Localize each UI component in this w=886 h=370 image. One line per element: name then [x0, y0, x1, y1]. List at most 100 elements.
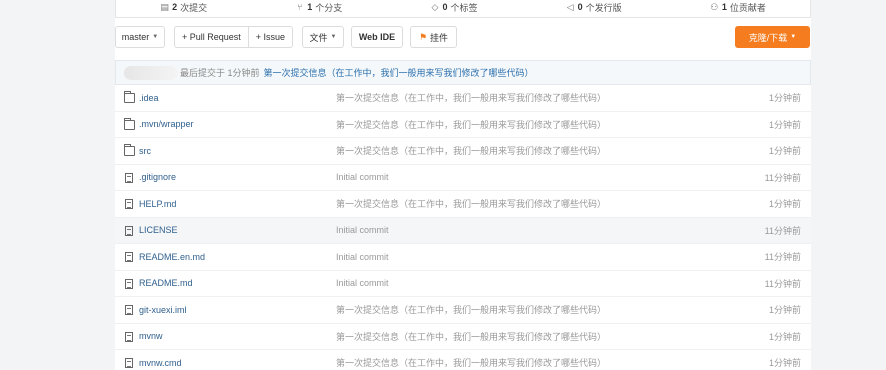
file-menu-label: 文件: [309, 32, 328, 43]
file-icon: [125, 225, 133, 236]
bookmark-label: 挂件: [430, 32, 449, 43]
branch-icon: ⑂: [297, 1, 303, 12]
file-name-link[interactable]: LICENSE: [139, 225, 178, 235]
contributors-stat[interactable]: ⚇ 1 位贡献者: [710, 1, 766, 14]
file-commit-message[interactable]: Initial commit: [336, 225, 389, 235]
file-icon: [125, 172, 133, 183]
tag-icon: ◇: [431, 1, 439, 12]
file-commit-time: 1分钟前: [768, 93, 801, 104]
file-commit-time: 11分钟前: [764, 172, 801, 183]
branches-stat[interactable]: ⑂ 1 个分支: [295, 1, 342, 14]
file-commit-time: 1分钟前: [768, 358, 801, 369]
file-commit-message[interactable]: 第一次提交信息（在工作中，我们一般用来写我们修改了哪些代码）: [336, 303, 606, 316]
file-name-link[interactable]: .idea: [139, 93, 159, 103]
file-commit-time: 11分钟前: [764, 252, 801, 263]
file-name-link[interactable]: .gitignore: [139, 172, 176, 182]
file-name-link[interactable]: README.md: [139, 278, 193, 288]
file-commit-time: 1分钟前: [768, 146, 801, 157]
repo-toolbar: master ▼ + Pull Request + Issue 文件 ▼ Web…: [115, 26, 811, 50]
file-row[interactable]: LICENSE Initial commit 11分钟前: [115, 217, 811, 244]
chevron-down-icon: ▼: [790, 34, 797, 40]
file-commit-message[interactable]: 第一次提交信息（在工作中，我们一般用来写我们修改了哪些代码）: [336, 91, 606, 104]
new-issue-button[interactable]: + Issue: [247, 27, 292, 47]
file-row[interactable]: mvnw 第一次提交信息（在工作中，我们一般用来写我们修改了哪些代码） 1分钟前: [115, 323, 811, 350]
branches-count: 1: [307, 2, 313, 12]
file-commit-message[interactable]: Initial commit: [336, 252, 389, 262]
file-commit-message[interactable]: 第一次提交信息（在工作中，我们一般用来写我们修改了哪些代码）: [336, 144, 606, 157]
file-commit-message[interactable]: 第一次提交信息（在工作中，我们一般用来写我们修改了哪些代码）: [336, 356, 606, 369]
branch-select-label: master: [121, 32, 150, 42]
branch-select[interactable]: master ▼: [115, 26, 165, 48]
file-row[interactable]: .gitignore Initial commit 11分钟前: [115, 164, 811, 191]
file-icon: [125, 331, 133, 342]
tags-label: 个标签: [450, 2, 478, 13]
commits-label: 次提交: [180, 2, 208, 13]
file-icon: [125, 278, 133, 289]
file-commit-time: 11分钟前: [764, 225, 801, 236]
file-name-link[interactable]: mvnw.cmd: [139, 358, 182, 368]
file-commit-time: 11分钟前: [764, 278, 801, 289]
file-row[interactable]: src 第一次提交信息（在工作中，我们一般用来写我们修改了哪些代码） 1分钟前: [115, 138, 811, 165]
file-row[interactable]: git-xuexi.iml 第一次提交信息（在工作中，我们一般用来写我们修改了哪些…: [115, 297, 811, 324]
contributors-count: 1: [721, 2, 727, 12]
file-name-link[interactable]: HELP.md: [139, 199, 176, 209]
file-row[interactable]: .idea 第一次提交信息（在工作中，我们一般用来写我们修改了哪些代码） 1分钟前: [115, 85, 811, 112]
file-row[interactable]: mvnw.cmd 第一次提交信息（在工作中，我们一般用来写我们修改了哪些代码） 1分…: [115, 350, 811, 370]
releases-stat[interactable]: ◁ 0 个发行版: [566, 1, 622, 14]
file-commit-time: 1分钟前: [768, 331, 801, 342]
last-commit-meta: 最后提交于 1分钟前: [180, 68, 260, 78]
file-commit-time: 1分钟前: [768, 119, 801, 130]
file-row[interactable]: README.en.md Initial commit 11分钟前: [115, 244, 811, 271]
file-list: .idea 第一次提交信息（在工作中，我们一般用来写我们修改了哪些代码） 1分钟前.…: [115, 85, 811, 370]
web-ide-label: Web IDE: [358, 32, 396, 42]
file-menu-button[interactable]: 文件 ▼: [302, 26, 344, 48]
avatar[interactable]: [124, 65, 178, 80]
file-commit-message[interactable]: 第一次提交信息（在工作中，我们一般用来写我们修改了哪些代码）: [336, 197, 606, 210]
file-row[interactable]: README.md Initial commit 11分钟前: [115, 270, 811, 297]
folder-icon: [124, 91, 135, 103]
clone-download-button[interactable]: 克隆/下载 ▼: [735, 26, 810, 48]
file-commit-time: 1分钟前: [768, 199, 801, 210]
file-commit-time: 1分钟前: [768, 305, 801, 316]
commit-icon: ▤: [160, 1, 169, 12]
releases-label: 个发行版: [585, 2, 622, 13]
new-pull-request-button[interactable]: + Pull Request: [175, 27, 248, 47]
branches-label: 个分支: [315, 2, 343, 13]
chevron-down-icon: ▼: [152, 34, 159, 40]
file-row[interactable]: HELP.md 第一次提交信息（在工作中，我们一般用来写我们修改了哪些代码） 1分钟…: [115, 191, 811, 218]
releases-count: 0: [577, 2, 583, 12]
web-ide-button[interactable]: Web IDE: [351, 26, 403, 48]
file-icon: [125, 305, 133, 315]
commits-count: 2: [172, 2, 178, 12]
file-name-link[interactable]: README.en.md: [139, 252, 205, 262]
file-name-link[interactable]: mvnw: [139, 331, 163, 341]
pr-issue-group: + Pull Request + Issue: [174, 26, 294, 48]
file-icon: [125, 252, 133, 262]
bookmark-icon: ⚑: [418, 31, 428, 42]
file-name-link[interactable]: src: [139, 146, 151, 156]
repo-stats-bar: ▤ 2 次提交 ⑂ 1 个分支 ◇ 0 个标签 ◁ 0 个发行版 ⚇ 1 位贡献…: [115, 0, 811, 18]
tags-count: 0: [442, 2, 448, 12]
clone-download-label: 克隆/下载: [748, 32, 788, 43]
contributors-label: 位贡献者: [729, 2, 766, 13]
file-commit-message[interactable]: Initial commit: [336, 172, 389, 182]
commits-stat[interactable]: ▤ 2 次提交: [160, 1, 207, 14]
file-row[interactable]: .mvn/wrapper 第一次提交信息（在工作中，我们一般用来写我们修改了哪些代…: [115, 111, 811, 138]
bookmark-button[interactable]: ⚑ 挂件: [410, 26, 457, 48]
file-icon: [125, 199, 133, 209]
release-icon: ◁: [566, 1, 574, 12]
file-name-link[interactable]: .mvn/wrapper: [139, 119, 194, 129]
file-icon: [125, 358, 133, 368]
last-commit-message[interactable]: 第一次提交信息（在工作中，我们一般用来写我们修改了哪些代码）: [264, 66, 534, 79]
file-commit-message[interactable]: 第一次提交信息（在工作中，我们一般用来写我们修改了哪些代码）: [336, 330, 606, 343]
file-name-link[interactable]: git-xuexi.iml: [139, 305, 187, 315]
tags-stat[interactable]: ◇ 0 个标签: [430, 1, 477, 14]
contributors-icon: ⚇: [710, 1, 719, 12]
repo-page: ▤ 2 次提交 ⑂ 1 个分支 ◇ 0 个标签 ◁ 0 个发行版 ⚇ 1 位贡献…: [0, 0, 886, 370]
last-commit-bar: 最后提交于 1分钟前 第一次提交信息（在工作中，我们一般用来写我们修改了哪些代码…: [115, 60, 811, 85]
file-commit-message[interactable]: 第一次提交信息（在工作中，我们一般用来写我们修改了哪些代码）: [336, 118, 606, 131]
chevron-down-icon: ▼: [330, 34, 337, 40]
file-commit-message[interactable]: Initial commit: [336, 278, 389, 288]
folder-icon: [124, 144, 135, 156]
folder-icon: [124, 117, 135, 130]
